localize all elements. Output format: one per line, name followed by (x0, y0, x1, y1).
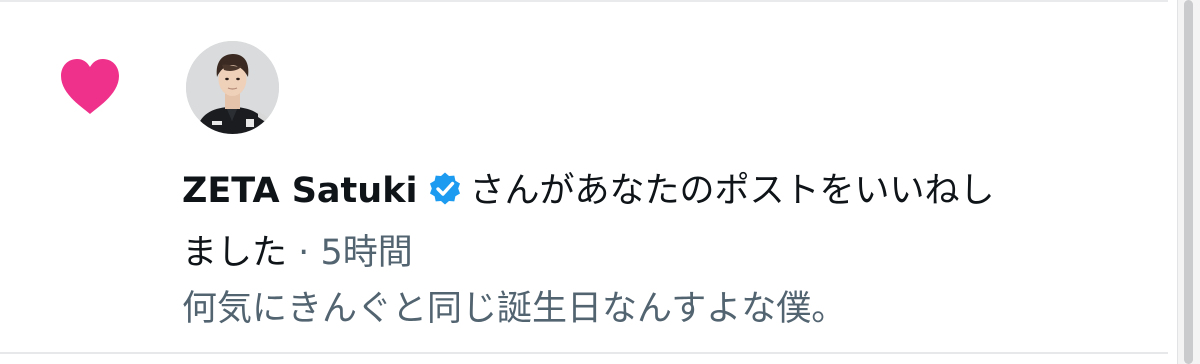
notification-line-1: ZETA Satuki さんがあなたのポストをいいねし (182, 160, 1162, 222)
timestamp[interactable]: 5時間 (320, 233, 412, 273)
scrollbar-thumb[interactable] (1184, 0, 1193, 364)
bottom-divider (0, 352, 1168, 354)
heart-icon (61, 59, 119, 114)
action-text-line-1: さんがあなたのポストをいいねし (469, 171, 995, 211)
separator-dot: · (298, 233, 310, 273)
avatar[interactable] (186, 41, 279, 134)
verified-badge-icon (430, 172, 461, 205)
post-preview[interactable]: 何気にきんぐと同じ誕生日なんすよな僕。 (182, 278, 1162, 340)
like-notification-card[interactable]: ZETA Satuki さんがあなたのポストをいいねし ました · 5時間 何気… (0, 0, 1200, 364)
action-text-line-2: ました (182, 233, 288, 273)
notification-text: ZETA Satuki さんがあなたのポストをいいねし ました · 5時間 何気… (182, 160, 1162, 340)
top-divider (0, 0, 1168, 2)
actor-name[interactable]: ZETA Satuki (182, 171, 417, 211)
avatar-image (186, 41, 279, 134)
notification-line-2: ました · 5時間 (182, 222, 1162, 284)
scrollbar[interactable] (1177, 0, 1200, 364)
